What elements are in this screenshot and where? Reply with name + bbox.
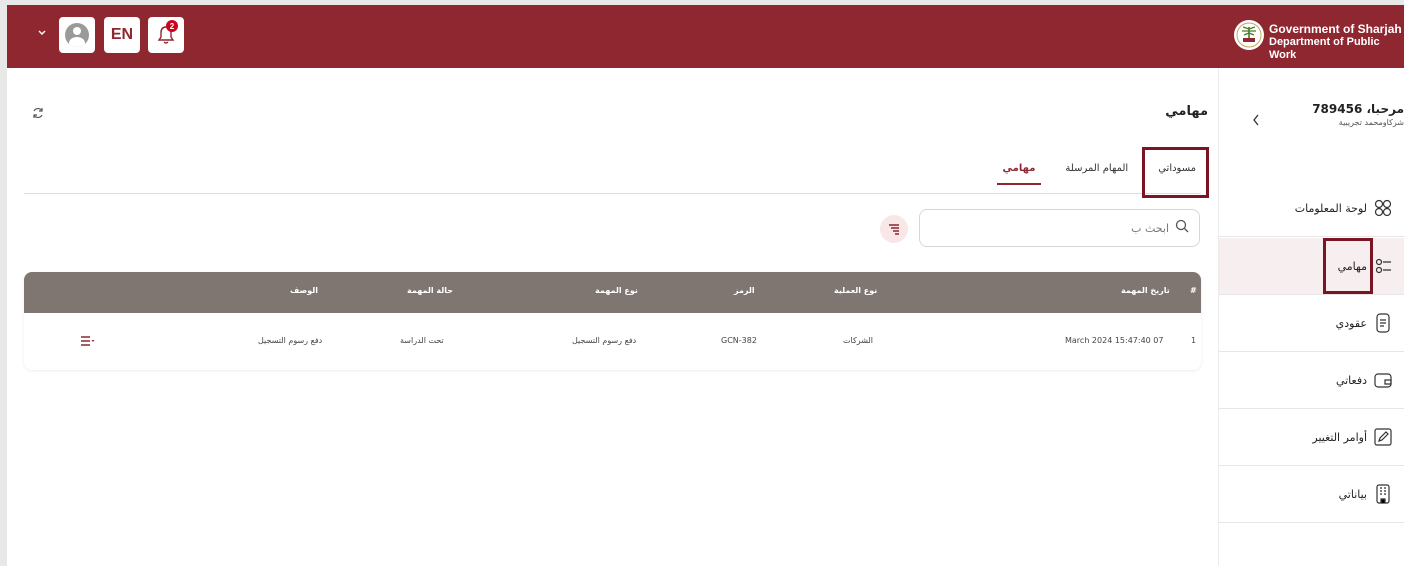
wallet-icon <box>1373 370 1393 390</box>
sidebar-item-label: بياناتي <box>1338 487 1367 501</box>
edit-icon <box>1373 427 1393 447</box>
sidebar-collapse-icon[interactable] <box>1251 112 1261 131</box>
header-description[interactable]: الوصف <box>290 286 318 295</box>
contracts-icon <box>1373 313 1393 333</box>
table-row[interactable]: 1 March 2024 15:47:40 07 الشركات GCN-382… <box>24 313 1201 370</box>
user-avatar-button[interactable] <box>59 17 95 53</box>
sidebar: مرحبا، 789456 شركاومحمد تجريبية لوحة الم… <box>1218 68 1404 566</box>
tab-highlight-box <box>1142 147 1209 198</box>
header-date[interactable]: تاريخ المهمة <box>1121 286 1170 295</box>
header-code[interactable]: الرمز <box>734 286 755 295</box>
tab-sent-tasks[interactable]: المهام المرسلة <box>1059 155 1134 191</box>
search-input[interactable]: ابحث ب <box>919 209 1200 247</box>
sidebar-item-contracts[interactable]: عقودي <box>1219 295 1404 352</box>
sidebar-item-label: عقودي <box>1335 316 1367 330</box>
sidebar-item-my-tasks[interactable]: مهامي <box>1219 238 1404 295</box>
chevron-down-icon[interactable] <box>34 25 50 41</box>
cell-date: March 2024 15:47:40 07 <box>1065 336 1164 345</box>
government-logo-icon <box>1234 20 1264 50</box>
header-num: # <box>1190 286 1197 295</box>
government-title: Government of Sharjah Department of Publ… <box>1269 23 1404 62</box>
government-line-1: Government of Sharjah <box>1269 22 1402 36</box>
main-content: مهامي مهامي المهام المرسلة مسوداتي ابحث … <box>7 68 1218 566</box>
sidebar-highlight-box <box>1323 238 1373 294</box>
header-operation-type[interactable]: نوع العملية <box>834 286 877 295</box>
search-icon <box>1175 219 1189 237</box>
app-frame: EN 2 Government of Sharjah Department of… <box>7 5 1404 566</box>
refresh-icon[interactable] <box>31 106 45 120</box>
table-header: # تاريخ المهمة نوع العملية الرمز نوع الم… <box>24 272 1201 313</box>
cell-operation-type: الشركات <box>843 336 873 345</box>
company-name: شركاومحمد تجريبية <box>1338 118 1404 127</box>
sidebar-item-label: لوحة المعلومات <box>1294 201 1367 215</box>
top-bar: EN 2 Government of Sharjah Department of… <box>7 5 1404 68</box>
tasks-icon <box>1373 256 1393 276</box>
header-task-type[interactable]: نوع المهمة <box>595 286 638 295</box>
building-icon <box>1373 484 1393 504</box>
sidebar-item-my-data[interactable]: بياناتي <box>1219 466 1404 523</box>
sidebar-item-payments[interactable]: دفعاتي <box>1219 352 1404 409</box>
page-title: مهامي <box>1165 104 1208 119</box>
cell-status: تحت الدراسة <box>400 336 444 345</box>
tasks-table: # تاريخ المهمة نوع العملية الرمز نوع الم… <box>24 272 1201 370</box>
tab-my-tasks[interactable]: مهامي <box>996 155 1042 191</box>
welcome-block: مرحبا، 789456 شركاومحمد تجريبية <box>1312 102 1404 127</box>
filter-icon <box>889 224 899 235</box>
sidebar-item-change-orders[interactable]: أوامر التغيير <box>1219 409 1404 466</box>
dashboard-icon <box>1373 198 1393 218</box>
sidebar-item-dashboard[interactable]: لوحة المعلومات <box>1219 180 1404 237</box>
language-toggle-button[interactable]: EN <box>104 17 140 53</box>
header-status[interactable]: حالة المهمة <box>407 286 453 295</box>
cell-description: دفع رسوم التسجيل <box>258 336 323 345</box>
row-actions-menu-icon[interactable] <box>81 335 95 349</box>
cell-num: 1 <box>1191 336 1197 345</box>
search-placeholder: ابحث ب <box>1131 221 1169 235</box>
welcome-text: مرحبا، 789456 <box>1312 102 1404 116</box>
filter-button[interactable] <box>880 215 908 243</box>
government-line-2: Department of Public Work <box>1269 36 1380 61</box>
cell-code: GCN-382 <box>721 336 757 345</box>
notification-badge: 2 <box>166 20 178 32</box>
sidebar-item-label: أوامر التغيير <box>1312 430 1367 444</box>
cell-task-type: دفع رسوم التسجيل <box>572 336 637 345</box>
notifications-button[interactable]: 2 <box>148 17 184 53</box>
avatar-icon <box>65 23 89 47</box>
sidebar-item-label: دفعاتي <box>1335 373 1367 387</box>
tab-divider <box>24 193 1201 194</box>
